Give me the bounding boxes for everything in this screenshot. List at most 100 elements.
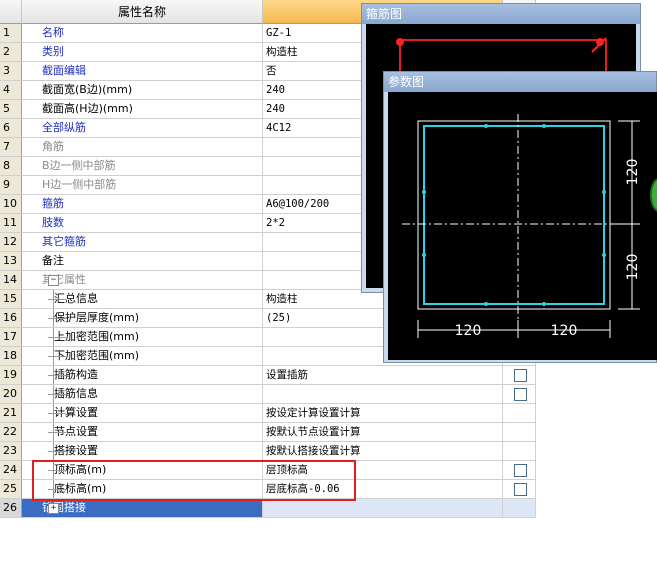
row-number: 9 (0, 176, 22, 195)
property-name-cell[interactable]: 肢数 (22, 214, 263, 233)
row-number: 7 (0, 138, 22, 157)
attached-cell (503, 423, 536, 442)
param-canvas: 120 120 120 120 (388, 92, 657, 360)
property-name-cell[interactable]: 名称 (22, 24, 263, 43)
param-window-title[interactable]: 参数图 (384, 72, 656, 92)
row-number: 10 (0, 195, 22, 214)
dim-bottom-left: 120 (455, 323, 482, 339)
tree-connector (48, 337, 66, 338)
column-outline (417, 120, 611, 310)
rebar-dot (542, 302, 546, 306)
property-name-label: 截面编辑 (42, 64, 86, 77)
property-name-label: 箍筋 (42, 197, 64, 210)
property-name-cell[interactable]: 搭接设置 (22, 442, 263, 461)
attached-cell (503, 404, 536, 423)
property-name-cell[interactable]: 节点设置 (22, 423, 263, 442)
property-name-label: 类别 (42, 45, 64, 58)
row-number: 2 (0, 43, 22, 62)
property-name-cell[interactable]: 截面编辑 (22, 62, 263, 81)
header-property-name: 属性名称 (22, 0, 263, 24)
attached-checkbox[interactable] (514, 483, 527, 496)
property-name-cell[interactable]: 插筋信息 (22, 385, 263, 404)
tree-connector (48, 375, 66, 376)
property-name-label: 截面高(H边)(mm) (42, 102, 133, 115)
attached-checkbox[interactable] (514, 369, 527, 382)
table-row[interactable]: 20 插筋信息 (0, 385, 536, 404)
property-name-label: 名称 (42, 26, 64, 39)
row-number: 8 (0, 157, 22, 176)
tree-connector (48, 356, 66, 357)
row-number: 13 (0, 252, 22, 271)
property-name-label: 保护层厚度(mm) (54, 311, 140, 324)
tree-connector (48, 299, 66, 300)
property-name-label: 角筋 (42, 140, 64, 153)
header-row-number (0, 0, 22, 24)
property-name-label: H边一侧中部筋 (42, 178, 117, 191)
property-value-cell[interactable]: 设置插筋 (263, 366, 503, 385)
property-name-cell[interactable]: 下加密范围(mm) (22, 347, 263, 366)
property-value-cell[interactable] (263, 499, 503, 518)
corner-bar-dot (396, 38, 404, 46)
property-name-cell[interactable]: + 锚固搭接 (22, 499, 263, 518)
rebar-dot (422, 190, 426, 194)
rebar-dots (422, 124, 606, 306)
collapse-icon[interactable]: − (48, 275, 59, 286)
stirrup-rect (423, 125, 605, 305)
property-name-cell[interactable]: 备注 (22, 252, 263, 271)
property-value-cell[interactable]: 按默认节点设置计算 (263, 423, 503, 442)
param-window[interactable]: 参数图 120 120 120 120 (383, 71, 657, 363)
property-name-cell[interactable]: 插筋构造 (22, 366, 263, 385)
property-name-cell[interactable]: 截面宽(B边)(mm) (22, 81, 263, 100)
dim-right-bottom: 120 (625, 254, 641, 281)
row-number: 20 (0, 385, 22, 404)
stirrup-window-title[interactable]: 箍筋图 (362, 4, 640, 24)
property-name-cell[interactable]: 类别 (22, 43, 263, 62)
property-name-cell[interactable]: 保护层厚度(mm) (22, 309, 263, 328)
row-number: 11 (0, 214, 22, 233)
property-name-cell[interactable]: B边一侧中部筋 (22, 157, 263, 176)
property-name-cell[interactable]: H边一侧中部筋 (22, 176, 263, 195)
property-name-cell[interactable]: 上加密范围(mm) (22, 328, 263, 347)
row-number: 5 (0, 100, 22, 119)
property-name-cell[interactable]: 全部纵筋 (22, 119, 263, 138)
property-value-cell[interactable]: 按设定计算设置计算 (263, 404, 503, 423)
row-number: 21 (0, 404, 22, 423)
highlight-annotation-box (32, 460, 356, 501)
property-name-cell[interactable]: 截面高(H边)(mm) (22, 100, 263, 119)
rebar-dot (542, 124, 546, 128)
property-name-label: 截面宽(B边)(mm) (42, 83, 133, 96)
table-row[interactable]: 26 + 锚固搭接 (0, 499, 536, 518)
attached-cell (503, 366, 536, 385)
property-name-cell[interactable]: 计算设置 (22, 404, 263, 423)
table-row[interactable]: 22 节点设置 按默认节点设置计算 (0, 423, 536, 442)
attached-cell (503, 385, 536, 404)
expand-icon[interactable]: + (48, 503, 59, 514)
property-value-cell[interactable]: 按默认搭接设置计算 (263, 442, 503, 461)
property-name-cell[interactable]: 角筋 (22, 138, 263, 157)
property-name-label: 备注 (42, 254, 64, 267)
row-number: 4 (0, 81, 22, 100)
property-value-cell[interactable] (263, 385, 503, 404)
property-name-cell[interactable]: 箍筋 (22, 195, 263, 214)
table-row[interactable]: 19 插筋构造 设置插筋 (0, 366, 536, 385)
attached-checkbox[interactable] (514, 464, 527, 477)
row-number: 1 (0, 24, 22, 43)
property-name-cell[interactable]: 其它箍筋 (22, 233, 263, 252)
row-number: 26 (0, 499, 22, 518)
table-row[interactable]: 23 搭接设置 按默认搭接设置计算 (0, 442, 536, 461)
attached-checkbox[interactable] (514, 388, 527, 401)
row-number: 22 (0, 423, 22, 442)
row-number: 16 (0, 309, 22, 328)
property-name-label: 全部纵筋 (42, 121, 86, 134)
property-name-label: 其它箍筋 (42, 235, 86, 248)
row-number: 3 (0, 62, 22, 81)
property-name-cell[interactable]: − 其它属性 (22, 271, 263, 290)
tree-connector (48, 318, 66, 319)
tree-connector (48, 451, 66, 452)
dim-right-top: 120 (625, 159, 641, 186)
property-name-cell[interactable]: 汇总信息 (22, 290, 263, 309)
dimension-lines (417, 120, 640, 338)
attached-cell (503, 499, 536, 518)
row-number: 15 (0, 290, 22, 309)
table-row[interactable]: 21 计算设置 按设定计算设置计算 (0, 404, 536, 423)
